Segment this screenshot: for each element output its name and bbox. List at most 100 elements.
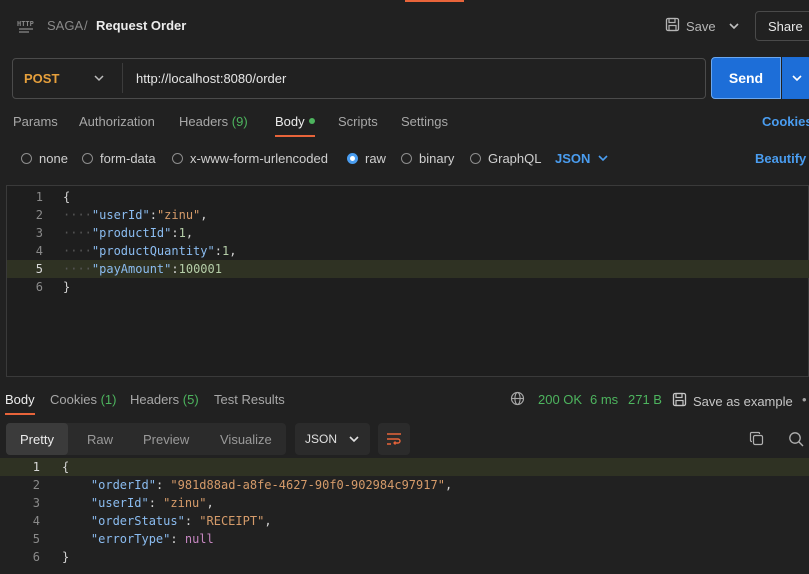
tab-settings[interactable]: Settings [401,114,448,129]
line-number: 3 [32,496,40,510]
code-text: } [62,550,70,564]
json-value: "zinu" [156,208,201,222]
save-icon [665,17,680,35]
radio-binary-label: binary [419,151,455,166]
response-tab-headers-label: Headers [130,392,180,407]
method-label: POST [24,71,60,86]
url-input[interactable] [124,59,704,98]
view-preview-button[interactable]: Preview [143,423,189,455]
radio-raw-label: raw [365,151,386,166]
json-key: "orderStatus" [90,514,185,528]
line-number: 5 [35,262,43,276]
response-tab-body[interactable]: Body [5,392,35,407]
search-icon[interactable] [788,431,804,450]
send-options-chevron-down-icon[interactable] [782,57,809,99]
request-body-editor[interactable]: 1 { 2 ····"userId":"zinu", 3 ····"produc… [6,185,809,377]
beautify-button[interactable]: Beautify [755,151,806,166]
radio-form-data-label: form-data [100,151,156,166]
code-text: ····"payAmount":100001 [63,262,222,276]
save-as-example-button[interactable]: Save as example [672,392,793,410]
code-text: "orderId": "981d88ad-a8fe-4627-90f0-9029… [90,478,453,492]
code-text: ····"productQuantity":1, [63,244,237,258]
radio-circle [82,153,93,164]
cookies-link[interactable]: Cookies [762,114,809,129]
radio-circle [21,153,32,164]
save-label: Save [686,18,716,34]
radio-urlencoded[interactable]: x-www-form-urlencoded [172,151,328,166]
response-headers-count-badge: (5) [182,392,199,407]
radio-urlencoded-label: x-www-form-urlencoded [190,151,328,166]
response-tab-cookies[interactable]: Cookies (1) [50,392,116,407]
code-text: { [63,190,71,204]
wrap-lines-icon[interactable] [378,423,410,455]
line-number: 2 [35,208,43,222]
radio-raw[interactable]: raw [347,151,386,166]
view-pretty-button[interactable]: Pretty [6,423,68,455]
line-number: 2 [32,478,40,492]
breadcrumb-separator: / [84,18,88,33]
json-key: "userId" [90,496,149,510]
method-chevron-down-icon[interactable] [93,70,107,86]
radio-graphql-label: GraphQL [488,151,542,166]
line-number: 1 [32,460,40,474]
page-title[interactable]: Request Order [96,18,186,33]
response-format-select[interactable]: JSON [295,423,370,455]
json-value: 100001 [178,262,222,276]
response-line: 2 "orderId": "981d88ad-a8fe-4627-90f0-90… [0,476,809,494]
response-time[interactable]: 6 ms [590,392,618,407]
globe-icon[interactable] [510,391,525,409]
editor-line: 4 ····"productQuantity":1, [7,242,809,260]
loading-indicator [405,0,464,2]
copy-icon[interactable] [749,431,765,450]
editor-line-active: 5 ····"payAmount":100001 [7,260,809,278]
line-number: 3 [35,226,43,240]
tab-headers[interactable]: Headers (9) [179,114,248,129]
tab-scripts[interactable]: Scripts [338,114,378,129]
save-button[interactable]: Save [657,12,719,40]
more-options-icon[interactable]: • [802,392,807,407]
save-options-chevron-down-icon[interactable] [722,12,746,40]
json-value: 1 [178,226,186,240]
radio-circle [172,153,183,164]
code-text: "userId": "zinu", [90,496,214,510]
save-as-example-label: Save as example [693,393,793,409]
url-divider [122,63,123,93]
tab-body[interactable]: Body [275,114,315,129]
active-response-tab-indicator [5,413,35,415]
breadcrumb-collection[interactable]: SAGA [47,18,83,33]
http-request-icon: HTTP [17,17,35,35]
status-code[interactable]: 200 OK [538,392,582,407]
body-format-select[interactable]: JSON [555,151,608,166]
response-tab-headers[interactable]: Headers (5) [130,392,199,407]
share-button[interactable]: Share [755,11,809,41]
editor-line: 6 } [7,278,809,296]
radio-graphql[interactable]: GraphQL [470,151,541,166]
json-value: null [184,532,214,546]
tab-params[interactable]: Params [13,114,58,129]
response-format-label: JSON [305,432,338,446]
line-number: 1 [35,190,43,204]
editor-line: 2 ····"userId":"zinu", [7,206,809,224]
tab-authorization[interactable]: Authorization [79,114,155,129]
line-number: 6 [35,280,43,294]
editor-line: 1 { [7,188,809,206]
line-number: 6 [32,550,40,564]
code-text: "errorType": null [90,532,214,546]
body-format-label: JSON [555,151,591,166]
radio-binary[interactable]: binary [401,151,454,166]
json-key: "orderId" [90,478,156,492]
radio-none[interactable]: none [21,151,68,166]
radio-none-label: none [39,151,68,166]
cookies-count-badge: (1) [100,392,117,407]
json-key: "payAmount" [91,262,172,276]
code-text: "orderStatus": "RECEIPT", [90,514,272,528]
view-raw-button[interactable]: Raw [87,423,113,455]
response-tab-test-results[interactable]: Test Results [214,392,285,407]
view-visualize-button[interactable]: Visualize [220,423,272,455]
radio-form-data[interactable]: form-data [82,151,156,166]
response-body-viewer[interactable]: 1 { 2 "orderId": "981d88ad-a8fe-4627-90f… [0,458,809,574]
response-size[interactable]: 271 B [628,392,662,407]
code-text: ····"userId":"zinu", [63,208,208,222]
chevron-down-icon [349,435,359,442]
send-button[interactable]: Send [711,57,781,99]
